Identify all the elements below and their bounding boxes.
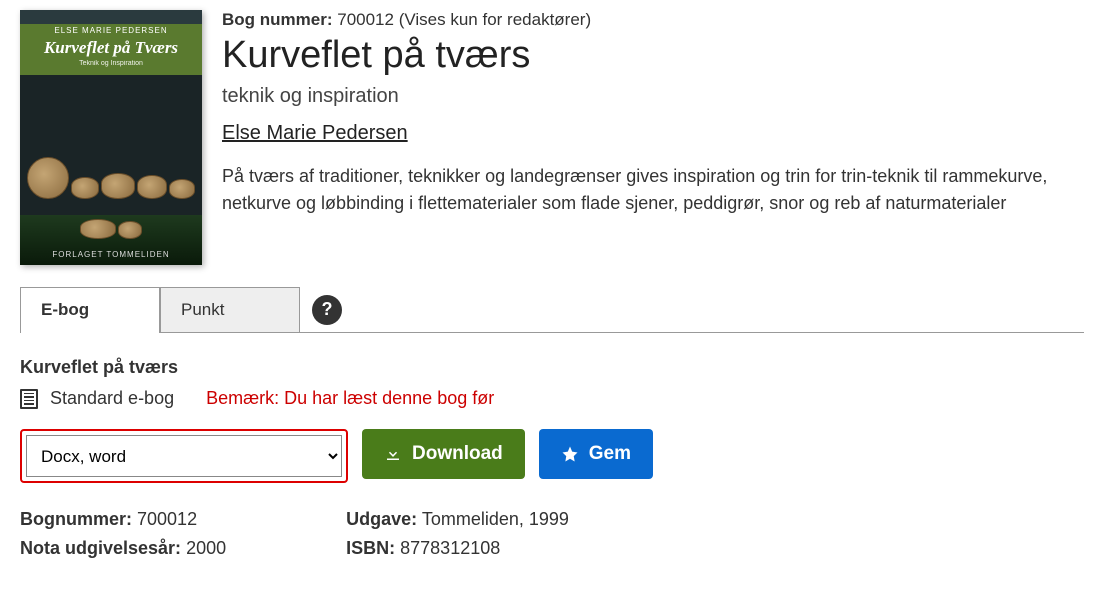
bognummer-label: Bognummer:: [20, 509, 132, 529]
save-button[interactable]: Gem: [539, 429, 653, 479]
udgave-label: Udgave:: [346, 509, 417, 529]
action-row: Docx, word Download Gem: [20, 429, 1084, 483]
format-label: Standard e-bog: [50, 388, 174, 409]
bognummer-value: 700012: [137, 509, 197, 529]
book-header: ELSE MARIE PEDERSEN Kurveflet på Tværs T…: [20, 10, 1084, 265]
tab-ebook[interactable]: E-bog: [20, 287, 160, 332]
isbn-value: 8778312108: [400, 538, 500, 558]
cover-title: Kurveflet på Tværs: [24, 39, 198, 58]
udgave-value: Tommeliden, 1999: [422, 509, 569, 529]
cover-publisher: FORLAGET TOMMELIDEN: [20, 250, 202, 259]
download-button[interactable]: Download: [362, 429, 525, 479]
format-select-highlight: Docx, word: [20, 429, 348, 483]
cover-subtitle: Teknik og Inspiration: [24, 60, 198, 67]
book-cover: ELSE MARIE PEDERSEN Kurveflet på Tværs T…: [20, 10, 202, 265]
section-title: Kurveflet på tværs: [20, 357, 1084, 378]
help-icon[interactable]: ?: [312, 295, 342, 325]
isbn-label: ISBN:: [346, 538, 395, 558]
book-number-value: 700012: [337, 10, 394, 29]
format-select[interactable]: Docx, word: [26, 435, 342, 477]
author-link[interactable]: Else Marie Pedersen: [222, 122, 408, 145]
download-label: Download: [412, 443, 503, 465]
page-title: Kurveflet på tværs: [222, 34, 1084, 77]
book-number-label: Bog nummer:: [222, 10, 333, 29]
star-icon: [561, 445, 579, 463]
save-label: Gem: [589, 443, 631, 465]
book-meta: Bog nummer: 700012 (Vises kun for redakt…: [222, 10, 1084, 265]
read-before-notice: Bemærk: Du har læst denne bog før: [206, 388, 494, 409]
cover-image: ELSE MARIE PEDERSEN Kurveflet på Tværs T…: [20, 10, 202, 265]
format-row: Standard e-bog Bemærk: Du har læst denne…: [20, 388, 1084, 409]
book-details: Bognummer: 700012 Nota udgivelsesår: 200…: [20, 509, 1084, 567]
book-id-line: Bog nummer: 700012 (Vises kun for redakt…: [222, 10, 1084, 30]
tabs: E-bog Punkt ?: [20, 287, 1084, 333]
book-description: På tværs af traditioner, teknikker og la…: [222, 163, 1084, 217]
page-subtitle: teknik og inspiration: [222, 85, 1084, 108]
ebook-icon: [20, 389, 38, 409]
cover-author: ELSE MARIE PEDERSEN: [20, 24, 202, 35]
book-number-note: (Vises kun for redaktører): [399, 10, 591, 29]
udgivelsesar-label: Nota udgivelsesår:: [20, 538, 181, 558]
tab-punkt[interactable]: Punkt: [160, 287, 300, 332]
udgivelsesar-value: 2000: [186, 538, 226, 558]
download-icon: [384, 445, 402, 463]
